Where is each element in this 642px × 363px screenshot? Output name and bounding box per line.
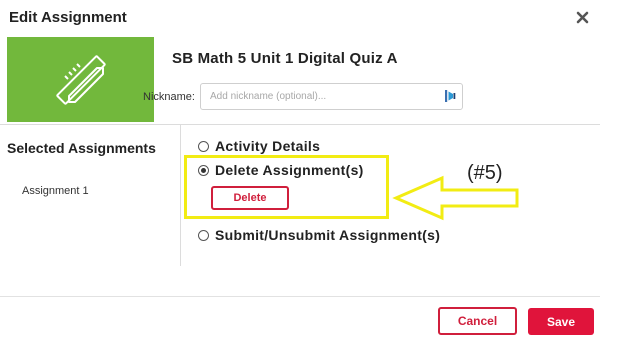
radio-submit-unsubmit[interactable] (198, 229, 209, 241)
assignment-thumbnail (7, 37, 154, 122)
radio-selected-dot (201, 167, 206, 173)
option-submit-unsubmit[interactable]: Submit/Unsubmit Assignment(s) (198, 227, 440, 243)
dialog-title: Edit Assignment (9, 9, 127, 26)
delete-button[interactable]: Delete (211, 186, 289, 210)
option-label: Submit/Unsubmit Assignment(s) (215, 227, 441, 243)
option-label: Delete Assignment(s) (215, 162, 364, 178)
footer-divider (0, 296, 600, 297)
assignment-name: SB Math 5 Unit 1 Digital Quiz A (172, 50, 398, 67)
radio-activity-details[interactable] (198, 140, 209, 152)
option-activity-details[interactable]: Activity Details (198, 138, 320, 154)
selected-assignment-item: Assignment 1 (22, 185, 89, 197)
divider-vertical (180, 125, 181, 266)
immersive-reader-icon (445, 90, 456, 102)
close-x-icon (576, 11, 588, 23)
selected-assignments-title: Selected Assignments (7, 140, 156, 156)
option-label: Activity Details (215, 138, 321, 154)
callout-arrow-icon (392, 175, 519, 221)
nickname-input[interactable] (200, 83, 463, 110)
pencil-ruler-icon (55, 54, 106, 105)
radio-delete-assignments[interactable] (198, 164, 209, 176)
close-button[interactable] (571, 6, 593, 28)
cancel-button[interactable]: Cancel (438, 307, 517, 335)
option-delete-assignments[interactable]: Delete Assignment(s) (198, 162, 364, 178)
immersive-reader-button[interactable] (444, 89, 456, 103)
nickname-label: Nickname: (143, 91, 195, 103)
divider-top (0, 124, 600, 125)
save-button[interactable]: Save (528, 308, 594, 335)
